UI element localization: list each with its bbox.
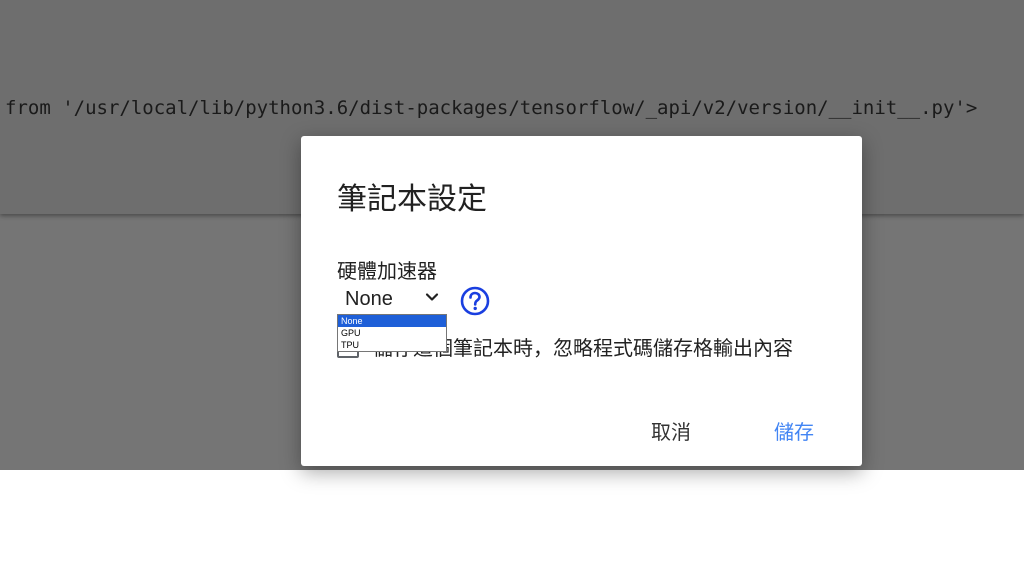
- chevron-down-icon: [425, 293, 439, 301]
- save-button[interactable]: 儲存: [766, 412, 822, 449]
- cancel-button[interactable]: 取消: [643, 412, 699, 449]
- code-output-line: from '/usr/local/lib/python3.6/dist-pack…: [5, 97, 978, 119]
- hardware-accelerator-label: 硬體加速器: [337, 259, 437, 283]
- accelerator-dropdown-list: None GPU TPU: [337, 314, 447, 352]
- option-none[interactable]: None: [338, 315, 446, 327]
- help-circle-icon[interactable]: [459, 285, 491, 317]
- hardware-accelerator-select[interactable]: None: [337, 286, 447, 312]
- option-tpu[interactable]: TPU: [338, 339, 446, 351]
- notebook-settings-dialog: 筆記本設定 硬體加速器 None 儲存這個筆記本時，忽略程式碼儲存格輸出內容 N…: [301, 136, 862, 466]
- select-value: None: [345, 287, 393, 310]
- option-gpu[interactable]: GPU: [338, 327, 446, 339]
- dialog-title: 筆記本設定: [337, 182, 487, 217]
